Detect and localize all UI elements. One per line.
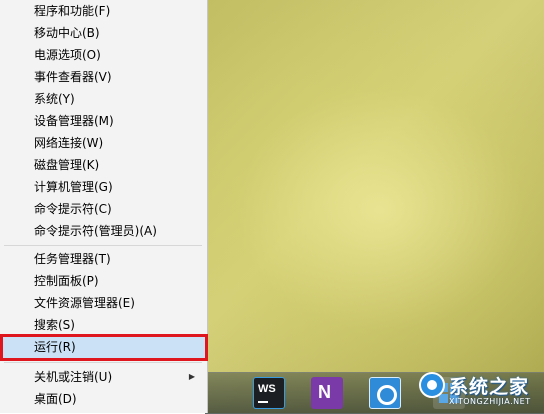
menu-item-label: 搜索(S) (34, 318, 75, 332)
menu-item-disk-management[interactable]: 磁盘管理(K) (1, 154, 205, 176)
menu-item-desktop[interactable]: 桌面(D) (1, 388, 205, 410)
menu-item-label: 关机或注销(U) (34, 370, 113, 384)
menu-item-mobility-center[interactable]: 移动中心(B) (1, 22, 205, 44)
watermark-logo-icon (419, 372, 445, 398)
menu-item-control-panel[interactable]: 控制面板(P) (1, 270, 205, 292)
menu-item-command-prompt[interactable]: 命令提示符(C) (1, 198, 205, 220)
menu-item-search[interactable]: 搜索(S) (1, 314, 205, 336)
webstorm-icon-text: WS (258, 383, 276, 395)
menu-item-power-options[interactable]: 电源选项(O) (1, 44, 205, 66)
menu-item-label: 命令提示符(管理员)(A) (34, 224, 157, 238)
menu-item-label: 控制面板(P) (34, 274, 99, 288)
menu-item-task-manager[interactable]: 任务管理器(T) (1, 248, 205, 270)
menu-item-label: 运行(R) (34, 340, 76, 354)
menu-item-label: 事件查看器(V) (34, 70, 112, 84)
menu-item-label: 网络连接(W) (34, 136, 104, 150)
menu-item-label: 移动中心(B) (34, 26, 100, 40)
onenote-icon-text: N (318, 382, 331, 402)
submenu-arrow-icon: ▶ (188, 372, 195, 381)
menu-item-computer-management[interactable]: 计算机管理(G) (1, 176, 205, 198)
menu-item-device-manager[interactable]: 设备管理器(M) (1, 110, 205, 132)
menu-item-event-viewer[interactable]: 事件查看器(V) (1, 66, 205, 88)
menu-item-command-prompt-admin[interactable]: 命令提示符(管理员)(A) (1, 220, 205, 242)
watermark-title: 系统之家 (449, 376, 530, 398)
site-watermark: 系统之家 XITONGZHIJIA.NET (415, 370, 544, 413)
menu-item-shutdown-signout[interactable]: 关机或注销(U) ▶ (1, 366, 205, 388)
webstorm-icon-bar (258, 401, 268, 403)
menu-item-label: 系统(Y) (34, 92, 75, 106)
app-blue-ring (377, 385, 397, 405)
menu-item-file-explorer[interactable]: 文件资源管理器(E) (1, 292, 205, 314)
watermark-url: XITONGZHIJIA.NET (449, 397, 531, 406)
menu-item-label: 磁盘管理(K) (34, 158, 100, 172)
webstorm-icon[interactable]: WS (253, 377, 285, 409)
menu-item-network-connections[interactable]: 网络连接(W) (1, 132, 205, 154)
menu-item-label: 计算机管理(G) (34, 180, 113, 194)
menu-item-label: 文件资源管理器(E) (34, 296, 135, 310)
menu-item-run[interactable]: 运行(R) (1, 336, 205, 358)
menu-item-programs-features[interactable]: 程序和功能(F) (1, 0, 205, 22)
menu-separator (4, 362, 202, 363)
menu-item-label: 程序和功能(F) (34, 4, 111, 18)
menu-item-label: 桌面(D) (34, 392, 77, 406)
menu-item-label: 任务管理器(T) (34, 252, 111, 266)
onenote-icon[interactable]: N (311, 377, 343, 409)
menu-item-label: 命令提示符(C) (34, 202, 112, 216)
menu-item-system[interactable]: 系统(Y) (1, 88, 205, 110)
menu-separator (4, 245, 202, 246)
winx-context-menu: 程序和功能(F) 移动中心(B) 电源选项(O) 事件查看器(V) 系统(Y) … (0, 0, 208, 413)
menu-item-label: 电源选项(O) (34, 48, 101, 62)
menu-item-label: 设备管理器(M) (34, 114, 114, 128)
app-blue-icon[interactable] (369, 377, 401, 409)
